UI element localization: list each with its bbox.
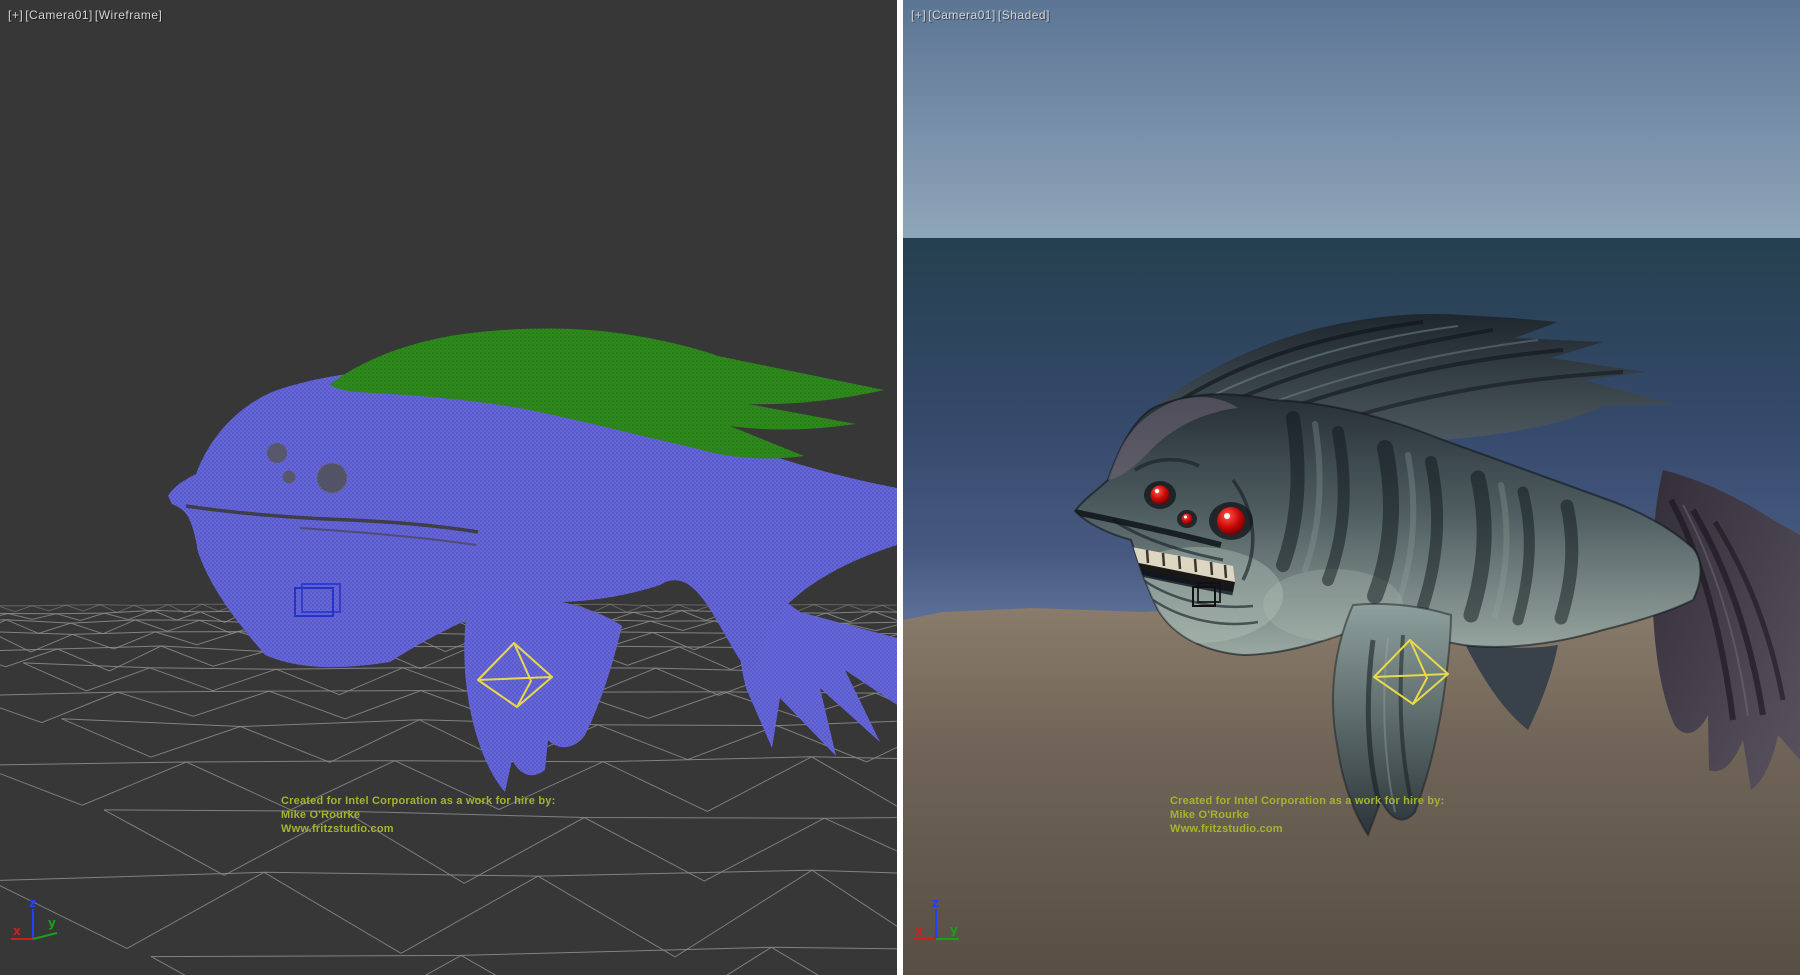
credit-line-2: Mike O'Rourke xyxy=(1170,808,1444,822)
viewport-menu-camera[interactable]: [Camera01] xyxy=(928,8,996,22)
viewport-label-right: [+] [Camera01] [Shaded] xyxy=(911,8,1050,22)
world-axis-tripod: x y z xyxy=(909,897,979,957)
credit-line-1: Created for Intel Corporation as a work … xyxy=(1170,794,1444,808)
credit-line-1: Created for Intel Corporation as a work … xyxy=(281,794,555,808)
credit-line-3: Www.fritzstudio.com xyxy=(281,822,555,836)
fish-eye-top xyxy=(267,443,287,463)
credit-line-2: Mike O'Rourke xyxy=(281,808,555,822)
world-axis-tripod: x y z xyxy=(6,897,76,957)
axis-x-label: x xyxy=(915,924,923,938)
fish-eye-red-small xyxy=(1182,514,1193,525)
credit-watermark: Created for Intel Corporation as a work … xyxy=(281,794,555,836)
axis-y-label: y xyxy=(950,923,958,937)
viewport-menu-shading[interactable]: [Shaded] xyxy=(998,8,1050,22)
viewport-menu-pov[interactable]: [+] xyxy=(911,8,926,22)
viewport-menu-shading[interactable]: [Wireframe] xyxy=(95,8,163,22)
fish-creature-wireframe[interactable] xyxy=(168,329,897,792)
dual-viewport-stage: [+] [Camera01] [Wireframe] Created for I… xyxy=(0,0,1800,978)
axis-z-label: z xyxy=(29,896,36,910)
fish-eye-small xyxy=(283,471,296,484)
viewport-menu-pov[interactable]: [+] xyxy=(8,8,23,22)
fish-eye-red-top xyxy=(1151,486,1170,505)
credit-line-3: Www.fritzstudio.com xyxy=(1170,822,1444,836)
axis-z-label: z xyxy=(932,896,939,910)
viewport-menu-camera[interactable]: [Camera01] xyxy=(25,8,93,22)
sky-upper xyxy=(903,0,1800,238)
fish-eye-red-main xyxy=(1217,507,1245,535)
credit-watermark: Created for Intel Corporation as a work … xyxy=(1170,794,1444,836)
viewport-shaded[interactable]: [+] [Camera01] [Shaded] Created for Inte… xyxy=(903,0,1800,975)
axis-x-label: x xyxy=(13,924,21,938)
axis-y-label: y xyxy=(48,916,56,930)
viewport-label-left: [+] [Camera01] [Wireframe] xyxy=(8,8,162,22)
viewport-wireframe[interactable]: [+] [Camera01] [Wireframe] Created for I… xyxy=(0,0,897,975)
